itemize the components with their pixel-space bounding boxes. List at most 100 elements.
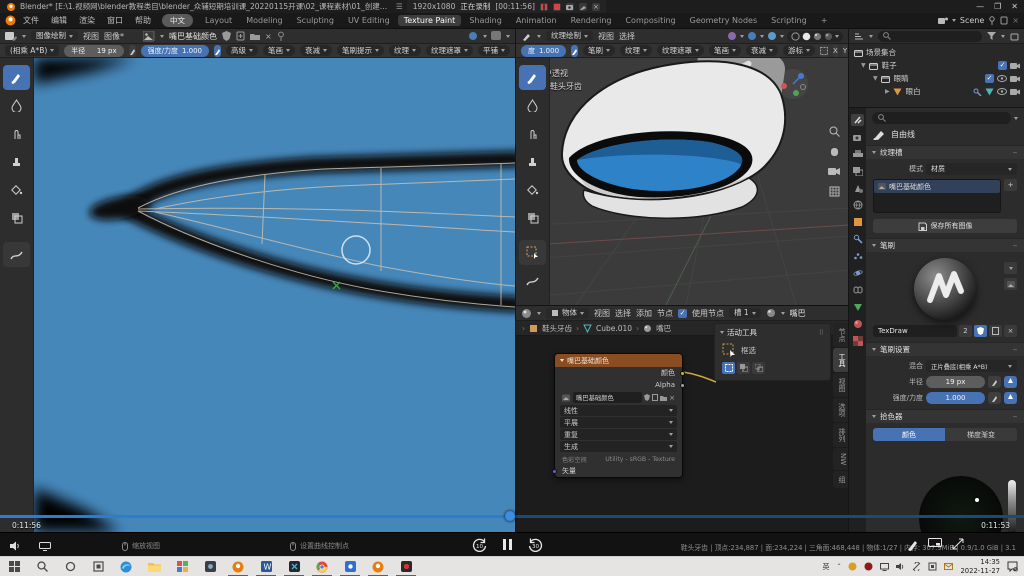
blend-dropdown[interactable]: 正片叠底(相乘 A*B) — [926, 360, 1017, 372]
camera-view-icon[interactable] — [827, 164, 841, 178]
outliner-row-shoes[interactable]: ▼ 鞋子 ✓ — [849, 59, 1024, 72]
render-camera-icon[interactable] — [1010, 88, 1020, 96]
vp-tool-smear[interactable] — [519, 121, 546, 146]
tab-geometry-nodes[interactable]: Geometry Nodes — [684, 15, 763, 26]
app-word[interactable]: W — [252, 557, 280, 576]
pause-recording-button[interactable] — [540, 3, 548, 11]
use-nodes-checkbox[interactable]: ✓ — [678, 309, 687, 318]
popover-stroke[interactable]: 笔画 — [263, 45, 295, 56]
window-close-button[interactable]: ✕ — [1011, 2, 1018, 11]
image-canvas[interactable] — [34, 58, 515, 532]
alpha-socket[interactable] — [680, 383, 685, 388]
vp-tool-box-select[interactable] — [519, 240, 546, 265]
brush-duplicate-icon[interactable] — [989, 325, 1002, 337]
tray-qq-icon[interactable] — [848, 562, 857, 571]
node-open-image-icon[interactable] — [660, 395, 667, 401]
app-edge[interactable] — [112, 557, 140, 576]
node-new-image-icon[interactable] — [652, 394, 658, 401]
breadcrumb-object[interactable]: 鞋头牙齿 — [542, 323, 572, 334]
node-unlink-icon[interactable]: × — [669, 394, 675, 402]
radius-pressure-icon[interactable] — [129, 45, 136, 57]
tool-fill[interactable] — [3, 177, 30, 202]
strength-pressure-icon[interactable] — [214, 45, 221, 57]
tool-annotate[interactable] — [3, 242, 30, 267]
tray-link-icon[interactable] — [912, 562, 921, 571]
color-picker-panel-header[interactable]: 拾色器┉ — [866, 409, 1024, 423]
brush-specials-caret[interactable] — [1004, 262, 1017, 274]
navigation-gizmo[interactable] — [778, 69, 808, 99]
use-nodes-label[interactable]: 使用节点 — [692, 308, 724, 319]
editor-type-caret-icon[interactable] — [22, 35, 26, 38]
vp-popover-stroke[interactable]: 笔画 — [709, 45, 741, 56]
app-dark-tool[interactable] — [196, 557, 224, 576]
tool-smear[interactable] — [3, 121, 30, 146]
app-file-explorer[interactable] — [140, 557, 168, 576]
new-collection-icon[interactable] — [1010, 32, 1019, 41]
open-image-folder-icon[interactable] — [250, 32, 260, 41]
stop-recording-button[interactable] — [553, 3, 561, 11]
vp-popover-brush[interactable]: 笔刷 — [583, 45, 615, 56]
tab-scripting[interactable]: Scripting — [765, 15, 813, 26]
menu-file[interactable]: 文件 — [18, 14, 44, 27]
taskbar-search-button[interactable] — [28, 557, 56, 576]
vp-tool-soften[interactable] — [519, 93, 546, 118]
zoom-icon[interactable] — [827, 124, 841, 138]
scene-name[interactable]: Scene — [960, 16, 984, 25]
symmetry-y-button[interactable]: Y — [843, 45, 847, 57]
properties-search-input[interactable] — [872, 112, 1011, 124]
shading-wireframe-icon[interactable] — [791, 32, 800, 41]
display-options-icon[interactable] — [491, 31, 502, 41]
breadcrumb-mesh[interactable]: Cube.010 — [596, 324, 632, 333]
input-language-indicator[interactable]: 英 — [822, 562, 829, 572]
render-camera-icon[interactable] — [1010, 75, 1020, 83]
vp-tool-mask[interactable] — [519, 205, 546, 230]
popover-tiling[interactable]: 平铺 — [478, 45, 510, 56]
brush-settings-panel-header[interactable]: 笔刷设置┉ — [866, 342, 1024, 356]
editor-type-icon[interactable] — [5, 31, 17, 42]
ortho-grid-icon[interactable] — [827, 184, 841, 198]
tab-shading[interactable]: Shading — [463, 15, 508, 26]
taskbar-clock[interactable]: 14:35 2022-11-27 — [960, 558, 1000, 574]
image-browse-caret-icon[interactable] — [160, 35, 164, 38]
outliner-search-input[interactable] — [878, 31, 982, 42]
node-image-browse-icon[interactable] — [562, 394, 571, 402]
popover-falloff[interactable]: 衰减 — [300, 45, 332, 56]
display-icon[interactable] — [39, 542, 51, 551]
vp-tool-draw[interactable] — [519, 65, 546, 90]
tab-modifiers[interactable] — [851, 233, 864, 245]
shader-menu-add[interactable]: 添加 — [636, 308, 652, 319]
texture-paint-sphere-icon[interactable] — [767, 31, 777, 41]
add-workspace-button[interactable]: + — [815, 15, 834, 26]
recorder-menu-icon[interactable]: ☰ — [396, 2, 403, 11]
image-name[interactable]: 嘴巴基础颜色 — [169, 31, 217, 42]
delete-scene-icon[interactable]: × — [1012, 16, 1019, 25]
render-camera-icon[interactable] — [1010, 62, 1020, 70]
tab-particles[interactable] — [851, 250, 864, 262]
screenshot-icon[interactable] — [566, 3, 574, 11]
forward-30-button[interactable]: 30 — [528, 537, 543, 552]
outliner-display-mode-icon[interactable] — [854, 32, 864, 41]
material-slot-dropdown[interactable]: 槽 1 — [729, 308, 761, 319]
select-mode-subtract-button[interactable] — [752, 362, 765, 374]
color-socket[interactable] — [680, 371, 685, 376]
shader-menu-select[interactable]: 选择 — [615, 308, 631, 319]
side-tab-options[interactable]: 选项 — [833, 398, 848, 422]
paint-mode-dropdown[interactable]: 图像绘制 — [31, 31, 78, 42]
node-fake-user-icon[interactable] — [644, 394, 650, 401]
tray-mail-icon[interactable] — [944, 562, 953, 571]
tab-uv-editing[interactable]: UV Editing — [342, 15, 396, 26]
vp-tool-clone[interactable] — [519, 149, 546, 174]
brush-unlink-icon[interactable]: × — [1004, 325, 1017, 337]
outliner-row-eyes[interactable]: ▼ 眼睛 ✓ — [849, 72, 1024, 85]
popover-texture-mask[interactable]: 纹理遮罩 — [426, 45, 473, 56]
shader-type-dropdown[interactable]: 物体 — [546, 308, 589, 319]
color-wheel-cursor[interactable] — [975, 498, 979, 502]
scene-browse-icon[interactable] — [938, 16, 948, 25]
app-chrome[interactable] — [308, 557, 336, 576]
properties-options-caret-icon[interactable] — [1014, 117, 1018, 120]
brushes-panel-header[interactable]: 笔刷┉ — [866, 238, 1024, 252]
new-image-icon[interactable] — [236, 31, 245, 41]
tab-tool[interactable] — [851, 114, 864, 126]
outliner-row-eyewhite[interactable]: ▶ 眼白 — [849, 85, 1024, 98]
radius-slider[interactable]: 半径19 px — [64, 45, 123, 57]
